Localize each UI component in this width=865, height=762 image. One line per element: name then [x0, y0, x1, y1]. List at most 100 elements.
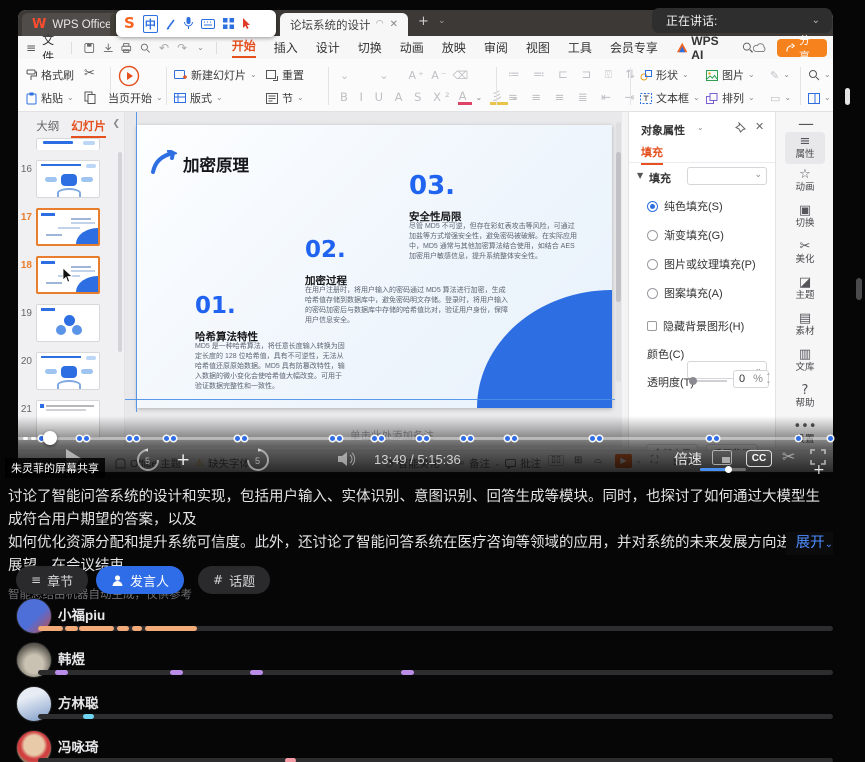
chapter-marker[interactable]: [77, 436, 82, 441]
rail-item-美化[interactable]: ✂美化: [785, 240, 825, 266]
fill-section-chevron-icon[interactable]: ▼: [637, 172, 643, 180]
transparency-slider[interactable]: [691, 380, 727, 382]
speech-segment[interactable]: [79, 626, 114, 631]
volume-icon[interactable]: [338, 451, 356, 467]
transparency-spinner[interactable]: 0 % ⌃⌄: [733, 370, 769, 388]
speech-segment[interactable]: [401, 670, 415, 675]
radio-icon[interactable]: [647, 288, 658, 299]
speech-segment[interactable]: [285, 758, 296, 762]
print-preview-icon[interactable]: [140, 42, 151, 54]
play-current-button[interactable]: 当页开始⌄: [108, 89, 163, 107]
speaking-now-overlay[interactable]: 正在讲话: ⌄: [652, 8, 832, 33]
speaker-timeline[interactable]: [38, 758, 833, 762]
speech-segment[interactable]: [250, 670, 263, 675]
player-progress-bar[interactable]: [18, 434, 833, 444]
chapter-marker[interactable]: [512, 436, 517, 441]
speech-segment[interactable]: [65, 626, 78, 631]
chapter-marker[interactable]: [505, 436, 510, 441]
collapse-panel-icon[interactable]: ❮: [112, 120, 120, 129]
filter-tab-发言人[interactable]: 发言人: [96, 566, 184, 594]
page-scrollbar[interactable]: [845, 88, 850, 105]
cut-icon[interactable]: ✂: [84, 67, 95, 80]
pin-icon[interactable]: [735, 122, 746, 133]
menu-item-放映[interactable]: 放映: [442, 39, 466, 56]
speaker-timeline[interactable]: [38, 626, 833, 631]
chapter-marker[interactable]: [330, 436, 335, 441]
chapter-marker[interactable]: [707, 436, 712, 441]
menu-item-切换[interactable]: 切换: [358, 39, 382, 56]
hamburger-icon[interactable]: ≡: [26, 42, 36, 54]
print-icon[interactable]: [121, 42, 132, 54]
menu-item-审阅[interactable]: 审阅: [484, 39, 508, 56]
speaker-name[interactable]: 小福piu: [58, 604, 105, 624]
menu-item-会员专享[interactable]: 会员专享: [610, 39, 658, 56]
rail-item-主题[interactable]: ◪主题: [785, 276, 825, 302]
more-arrange-controls[interactable]: ▭⌄: [770, 89, 791, 107]
rail-item-帮助[interactable]: ?帮助: [785, 384, 825, 410]
expand-link[interactable]: 展开⌄: [786, 532, 833, 555]
chapter-marker[interactable]: [468, 436, 473, 441]
speech-segment[interactable]: [145, 626, 197, 631]
speaking-chevron-icon[interactable]: ⌄: [812, 16, 820, 26]
speech-segment[interactable]: [38, 626, 63, 631]
panel-scrollbar[interactable]: [118, 152, 122, 352]
layout-button[interactable]: 版式⌄: [174, 89, 223, 107]
fill-option-3[interactable]: 图案填充(A): [647, 285, 723, 301]
slide-canvas[interactable]: 加密原理 01.哈希算法特性MD5 是一种哈希算法，将任意长度输入转换为固定长度…: [137, 125, 612, 408]
align-controls[interactable]: ≡ ≡ ≡ ≣ ⇤ ⇥: [508, 89, 639, 107]
rail-item-素材[interactable]: ▤素材: [785, 312, 825, 338]
chapter-marker[interactable]: [235, 436, 240, 441]
rail-item-切换[interactable]: ▣切换: [785, 204, 825, 230]
cc-button[interactable]: CC: [746, 450, 772, 467]
chapter-marker[interactable]: [828, 436, 833, 441]
radio-icon[interactable]: [647, 259, 658, 270]
fill-type-dropdown[interactable]: [687, 167, 767, 185]
reset-button[interactable]: 重置: [266, 66, 304, 84]
undo-icon[interactable]: ↶: [159, 42, 169, 54]
slide-thumbnail-20[interactable]: [36, 352, 100, 390]
clip-scissors-icon[interactable]: ✂: [782, 449, 795, 465]
new-slide-button[interactable]: 新建幻灯片⌄: [174, 66, 257, 84]
menu-item-开始[interactable]: 开始: [232, 37, 256, 58]
chapter-marker[interactable]: [461, 436, 466, 441]
menu-item-工具[interactable]: 工具: [568, 39, 592, 56]
find-button[interactable]: ⌄: [808, 66, 831, 84]
tab-outline[interactable]: 大纲: [36, 118, 59, 138]
radio-icon[interactable]: [647, 201, 658, 212]
chapter-marker[interactable]: [424, 436, 429, 441]
keyboard-icon[interactable]: [201, 19, 215, 29]
cloud-sync-icon[interactable]: [753, 42, 767, 54]
share-button[interactable]: 分享: [777, 39, 827, 57]
speed-button[interactable]: 倍速: [674, 449, 702, 469]
panes-button[interactable]: ⌄: [808, 89, 831, 107]
speaker-name[interactable]: 冯咏琦: [58, 736, 99, 756]
menu-item-设计[interactable]: 设计: [316, 39, 340, 56]
format-painter-button[interactable]: 格式刷: [26, 66, 74, 84]
slide-thumbnail-18[interactable]: [36, 256, 100, 294]
pip-icon[interactable]: [712, 450, 732, 465]
rail-item-文库[interactable]: ▥文库: [785, 348, 825, 374]
filter-tab-话题[interactable]: #话题: [198, 566, 270, 594]
fill-option-2[interactable]: 图片或纹理填充(P): [647, 256, 756, 272]
speaker-name[interactable]: 方林聪: [58, 692, 99, 712]
speaker-timeline[interactable]: [38, 714, 833, 719]
speaker-name[interactable]: 韩煜: [58, 648, 85, 668]
redo-icon[interactable]: ↷: [177, 42, 187, 54]
menu-item-动画[interactable]: 动画: [400, 39, 424, 56]
fill-option-0[interactable]: 纯色填充(S): [647, 198, 723, 214]
side-drag-handle[interactable]: [856, 278, 862, 300]
tab-doc-active[interactable]: 论坛系统的设计 ◠ ✕: [280, 13, 408, 36]
chapter-marker[interactable]: [134, 436, 139, 441]
rail-item-动画[interactable]: ☆动画: [785, 168, 825, 194]
play-from-current-icon[interactable]: [118, 65, 140, 87]
rewind-5-button[interactable]: 5: [136, 448, 160, 472]
menu-item-视图[interactable]: 视图: [526, 39, 550, 56]
slide-thumbnail-16[interactable]: [36, 160, 100, 198]
chapter-marker[interactable]: [372, 436, 377, 441]
textbox-button[interactable]: 文本框⌄: [640, 89, 700, 107]
speech-segment[interactable]: [83, 714, 94, 719]
spinner-arrows[interactable]: ⌃⌄: [766, 374, 771, 384]
slide-thumb-partial[interactable]: [36, 138, 100, 150]
chapter-marker[interactable]: [242, 436, 247, 441]
volume-slider[interactable]: [700, 468, 746, 471]
